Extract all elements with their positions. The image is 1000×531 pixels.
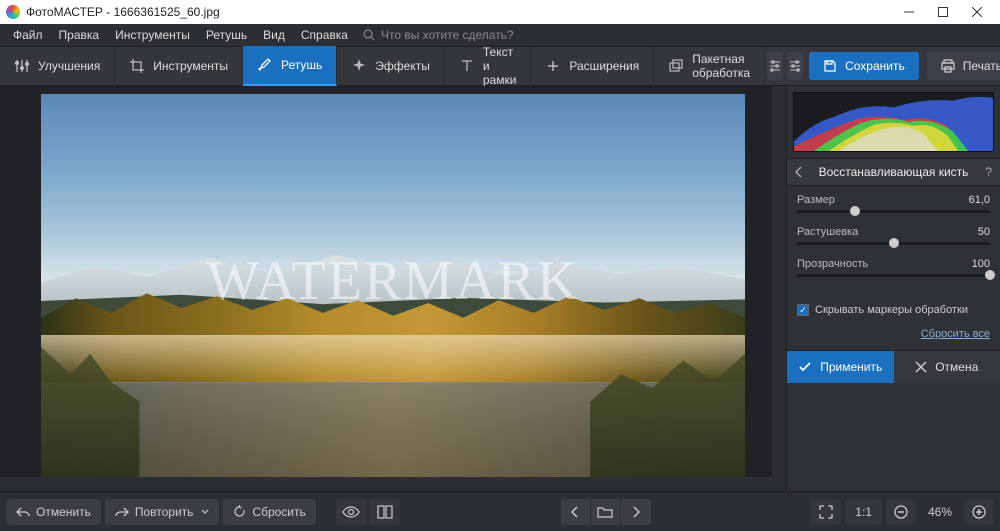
plus-icon [545, 58, 561, 74]
scrollbar-vertical[interactable] [772, 86, 786, 491]
slider-size[interactable]: Размер 61,0 [797, 194, 990, 226]
menu-bar: Файл Правка Инструменты Ретушь Вид Справ… [0, 24, 1000, 46]
photo-canvas[interactable]: WATERMARK [41, 94, 745, 484]
slider-size-label: Размер [797, 194, 835, 206]
hide-markers-label: Скрывать маркеры обработки [815, 304, 968, 316]
window-titlebar: ФотоМАСТЕР - 1666361525_60.jpg [0, 0, 1000, 24]
save-button[interactable]: Сохранить [809, 52, 919, 80]
tab-extensions-label: Расширения [569, 59, 639, 73]
panel-back-button[interactable] [795, 166, 803, 178]
redo-label: Повторить [135, 505, 194, 519]
window-close-button[interactable] [960, 0, 994, 24]
print-icon [941, 59, 955, 73]
cancel-label: Отмена [935, 360, 978, 374]
compare-button[interactable] [370, 499, 400, 525]
tab-effects-label: Эффекты [375, 59, 430, 73]
reset-icon [233, 505, 246, 518]
tab-extensions[interactable]: Расширения [531, 46, 654, 86]
zoom-in-button[interactable] [964, 499, 994, 525]
prev-file-button[interactable] [561, 499, 591, 525]
zoom-ratio-label: 1:1 [855, 505, 872, 519]
file-nav-group [561, 499, 651, 525]
undo-label: Отменить [36, 505, 91, 519]
reset-button[interactable]: Сбросить [223, 499, 315, 525]
main-toolbar: Улучшения Инструменты Ретушь Эффекты Тек… [0, 46, 1000, 86]
save-icon [823, 59, 837, 73]
preset-settings-2-button[interactable] [787, 52, 803, 80]
slider-opacity[interactable]: Прозрачность 100 [797, 258, 990, 290]
scrollbar-horizontal[interactable] [0, 477, 772, 491]
bottom-bar: Отменить Повторить Сбросить 1:1 46% [0, 491, 1000, 531]
print-label: Печать [963, 59, 1000, 73]
preset-settings-1-button[interactable] [767, 52, 783, 80]
reset-all-link[interactable]: Сбросить все [921, 328, 990, 340]
side-panel: Восстанавливающая кисть ? Размер 61,0 Ра… [786, 86, 1000, 491]
reset-label: Сбросить [252, 505, 305, 519]
zoom-level: 46% [920, 505, 960, 519]
tab-batch[interactable]: Пакетная обработка [654, 46, 765, 86]
apply-button[interactable]: Применить [787, 351, 894, 383]
watermark-text: WATERMARK [207, 249, 580, 313]
cancel-button[interactable]: Отмена [894, 351, 1000, 383]
preview-toggle-button[interactable] [336, 499, 366, 525]
text-icon [459, 58, 475, 74]
tab-batch-label: Пакетная обработка [692, 52, 750, 80]
menu-search-placeholder[interactable]: Что вы хотите сделать? [381, 28, 514, 42]
slider-size-value: 61,0 [969, 194, 990, 206]
menu-retouch[interactable]: Ретушь [199, 26, 254, 44]
open-folder-button[interactable] [591, 499, 621, 525]
canvas-viewport[interactable]: WATERMARK [0, 86, 786, 491]
panel-help-button[interactable]: ? [985, 165, 992, 179]
app-logo-icon [6, 5, 20, 19]
tab-tools-label: Инструменты [153, 59, 228, 73]
histogram[interactable] [793, 92, 994, 152]
undo-button[interactable]: Отменить [6, 499, 101, 525]
zoom-actual-button[interactable]: 1:1 [845, 499, 882, 525]
menu-file[interactable]: Файл [6, 26, 50, 44]
slider-opacity-label: Прозрачность [797, 258, 868, 270]
tab-enhance[interactable]: Улучшения [0, 46, 115, 86]
save-label: Сохранить [845, 59, 905, 73]
window-title: ФотоМАСТЕР - 1666361525_60.jpg [26, 5, 220, 19]
slider-feather[interactable]: Растушевка 50 [797, 226, 990, 258]
panel-title: Восстанавливающая кисть [819, 165, 969, 179]
redo-icon [115, 506, 129, 518]
brush-icon [257, 57, 273, 73]
crop-icon [129, 58, 145, 74]
menu-view[interactable]: Вид [256, 26, 292, 44]
apply-label: Применить [820, 360, 882, 374]
window-minimize-button[interactable] [892, 0, 926, 24]
window-maximize-button[interactable] [926, 0, 960, 24]
tab-text-label: Текст и рамки [483, 45, 517, 87]
tab-effects[interactable]: Эффекты [337, 46, 445, 86]
search-icon [363, 29, 375, 41]
tab-enhance-label: Улучшения [38, 59, 100, 73]
undo-icon [16, 506, 30, 518]
tab-tools[interactable]: Инструменты [115, 46, 243, 86]
sparkle-icon [351, 58, 367, 74]
check-icon [798, 360, 812, 374]
next-file-button[interactable] [621, 499, 651, 525]
stack-icon [668, 58, 684, 74]
chevron-down-icon [201, 509, 209, 515]
tab-text[interactable]: Текст и рамки [445, 46, 532, 86]
slider-opacity-value: 100 [972, 258, 990, 270]
checkbox-checked-icon: ✓ [797, 304, 809, 316]
tab-retouch-label: Ретушь [281, 58, 322, 72]
slider-feather-value: 50 [978, 226, 990, 238]
slider-feather-label: Растушевка [797, 226, 858, 238]
fit-screen-button[interactable] [811, 499, 841, 525]
tab-retouch[interactable]: Ретушь [243, 46, 337, 86]
hide-markers-checkbox[interactable]: ✓ Скрывать маркеры обработки [787, 298, 1000, 322]
redo-button[interactable]: Повторить [105, 499, 220, 525]
panel-header: Восстанавливающая кисть ? [787, 158, 1000, 186]
menu-tools[interactable]: Инструменты [108, 26, 197, 44]
menu-help[interactable]: Справка [294, 26, 355, 44]
close-icon [915, 361, 927, 373]
menu-edit[interactable]: Правка [52, 26, 107, 44]
zoom-out-button[interactable] [886, 499, 916, 525]
sliders-icon [14, 58, 30, 74]
print-button[interactable]: Печать [927, 52, 1000, 80]
